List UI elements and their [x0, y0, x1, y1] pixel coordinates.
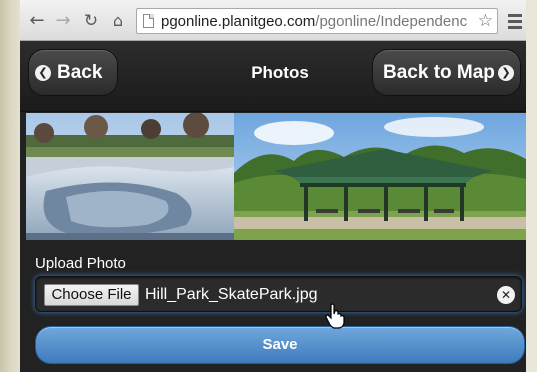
url-host: pgonline.planitgeo.com: [161, 13, 316, 30]
back-to-map-button[interactable]: Back to Map ❯: [372, 49, 521, 96]
back-button[interactable]: ❮ Back: [28, 49, 118, 96]
address-bar[interactable]: pgonline.planitgeo.com/pgonline/Independ…: [136, 8, 498, 34]
back-arrow-icon[interactable]: ←: [26, 10, 48, 32]
chevron-right-icon: ❯: [498, 65, 514, 81]
desktop-background: [0, 0, 20, 372]
page-icon: [143, 14, 154, 28]
choose-file-button[interactable]: Choose File: [44, 284, 139, 306]
bookmark-star-icon[interactable]: ☆: [478, 11, 493, 31]
skate-park-photo[interactable]: [26, 113, 234, 240]
chevron-left-icon: ❮: [35, 65, 51, 81]
file-input-field[interactable]: Choose File Hill_Park_SkatePark.jpg ✕: [35, 276, 522, 312]
photo-strip: [26, 113, 526, 240]
selected-file-name: Hill_Park_SkatePark.jpg: [145, 286, 318, 303]
clear-icon[interactable]: ✕: [497, 286, 515, 304]
browser-menu-icon[interactable]: [508, 10, 522, 32]
back-button-label: Back: [57, 62, 103, 83]
home-icon[interactable]: ⌂: [107, 10, 129, 32]
browser-window: ← → ↻ ⌂ pgonline.planitgeo.com/pgonline/…: [20, 0, 526, 372]
page-title: Photos: [251, 63, 309, 82]
url-text: pgonline.planitgeo.com/pgonline/Independ…: [161, 12, 471, 32]
hand-pointer-icon: [325, 303, 345, 329]
page-header: ❮ Back Photos Back to Map ❯: [20, 41, 526, 112]
upload-photo-label: Upload Photo: [35, 255, 126, 272]
forward-arrow-icon[interactable]: →: [52, 10, 74, 32]
back-to-map-label: Back to Map: [383, 62, 495, 83]
save-button[interactable]: Save: [35, 326, 525, 364]
reload-icon[interactable]: ↻: [80, 10, 102, 32]
url-path: /pgonline/Independenc: [315, 13, 468, 30]
pavilion-photo[interactable]: [234, 113, 526, 240]
page-content: ❮ Back Photos Back to Map ❯ Upload Photo…: [20, 41, 526, 372]
browser-toolbar: ← → ↻ ⌂ pgonline.planitgeo.com/pgonline/…: [20, 0, 526, 41]
